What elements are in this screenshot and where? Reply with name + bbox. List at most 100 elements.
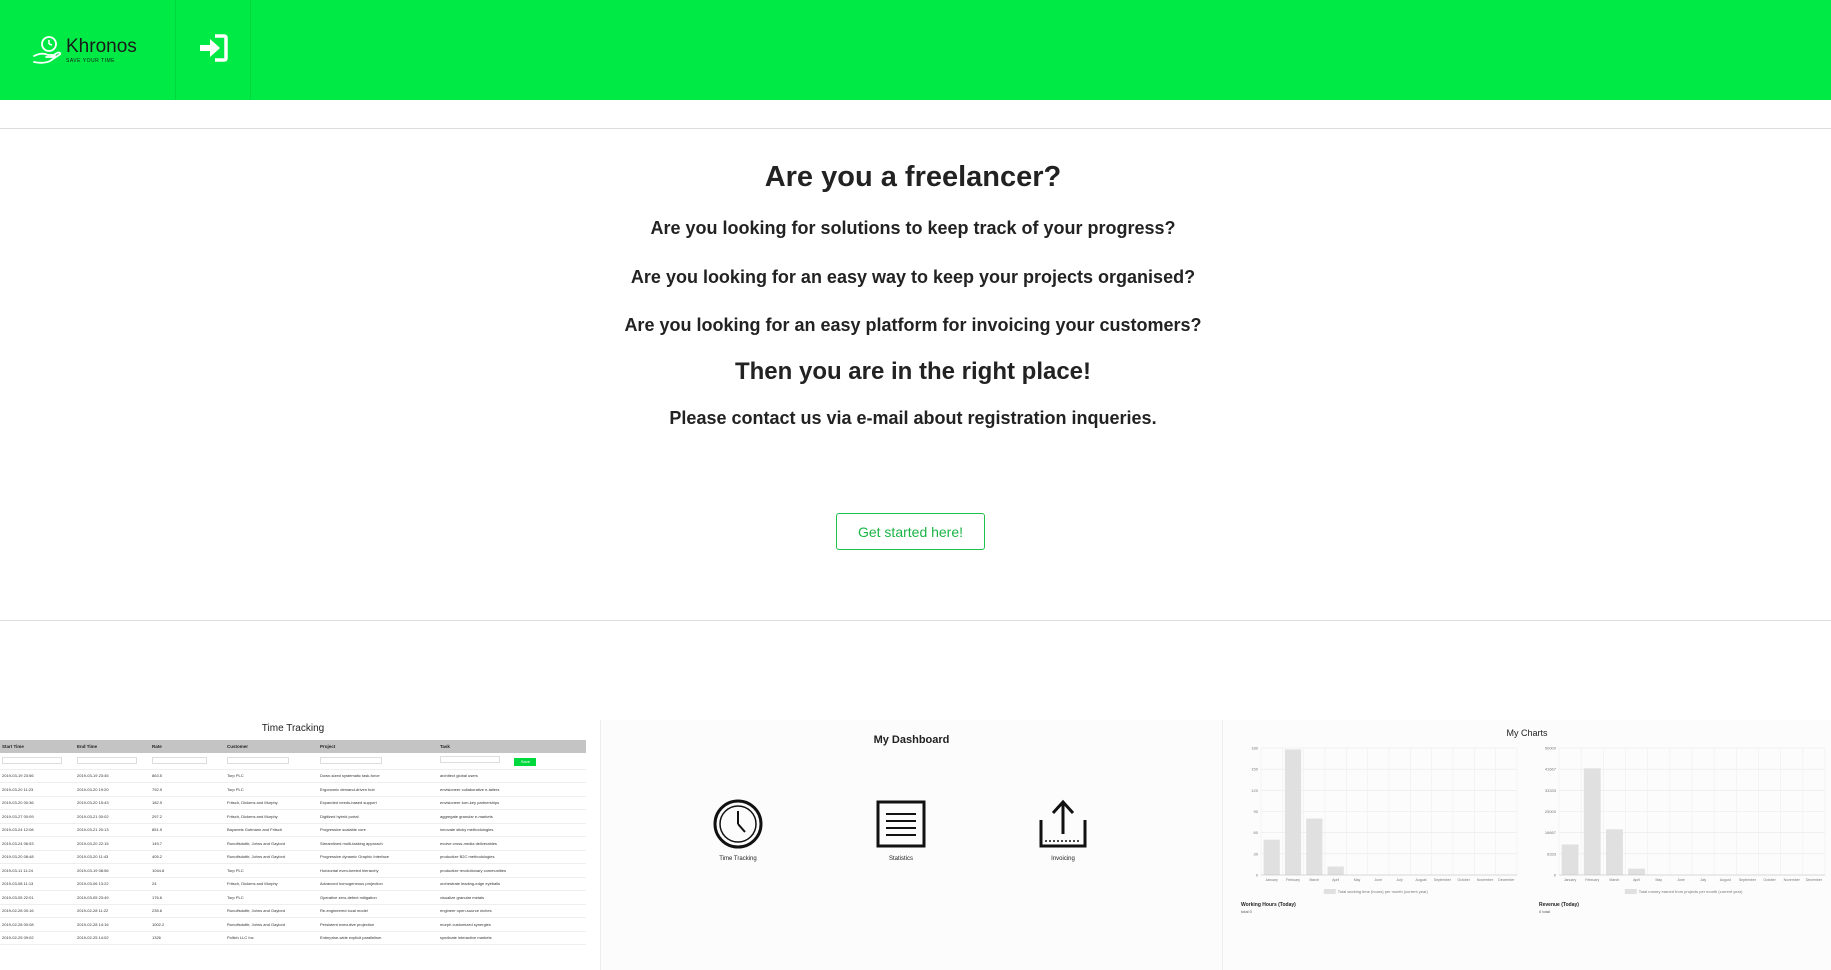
table-cell: 2019-02-28 11:22 — [75, 904, 150, 918]
working-hours-chart: 0 30 60 90 120 150 180 January February March Apri… — [1251, 746, 1518, 894]
table-cell: Torp PLC — [225, 863, 318, 878]
end-time-filter[interactable] — [77, 756, 137, 764]
column-header: Start Time — [0, 740, 75, 753]
table-row[interactable]: 2019-03-05 22:01 2019-03-05 23:49 176.6 Tor… — [0, 890, 586, 905]
table-cell: productize B2C methodologies — [438, 850, 586, 864]
x-tick-label: October — [1457, 878, 1470, 882]
hero-question-3: Are you looking for an easy platform for… — [624, 315, 1202, 335]
table-cell: 2019-03-11 11:24 — [0, 863, 75, 878]
filter-row: Save — [0, 753, 586, 770]
x-tick-label: August — [1416, 878, 1427, 882]
table-cell: aggregate granular e-markets — [438, 809, 586, 824]
table-cell: 2019-03-05 23:49 — [75, 890, 150, 905]
y-tick-label: 0 — [1256, 873, 1259, 878]
table-cell: 2019-03-20 22:15 — [75, 836, 150, 851]
table-row[interactable]: 2019-03-08 11:13 2019-03-06 13:22 24 Fritsc… — [0, 877, 586, 891]
table-cell: 2019-02-25 09:02 — [0, 931, 75, 945]
table-cell: Fritsch, Dickens and Murphy — [225, 796, 318, 810]
brand[interactable]: Khronos SAVE YOUR TIME — [0, 0, 176, 100]
table-cell: envisioneer turn-key partnerships — [438, 796, 586, 810]
start-time-filter[interactable] — [2, 756, 62, 764]
table-cell: 24 — [150, 877, 225, 891]
table-cell: 182.9 — [150, 796, 225, 810]
table-row[interactable]: 2019-03-11 11:24 2019-03-19 08:56 1044.8 To… — [0, 863, 586, 878]
table-cell: 1002.2 — [150, 917, 225, 932]
table-cell: 2019-03-08 11:13 — [0, 877, 75, 891]
table-row[interactable]: 2019-03-27 00:09 2019-03-21 00:02 297.2 Fri… — [0, 809, 586, 824]
x-tick-label: November — [1784, 878, 1801, 882]
login-button[interactable] — [176, 0, 251, 100]
table-cell: evolve cross-media deliverables — [438, 836, 586, 851]
hero-section: Are you a freelancer? Are you looking fo… — [0, 150, 1826, 430]
table-cell: 792.9 — [150, 782, 225, 797]
y-tick-label: 41667 — [1545, 767, 1557, 772]
customer-select[interactable] — [227, 756, 289, 764]
table-cell: 2019-02-25 14:02 — [75, 931, 150, 945]
table-row[interactable]: 2019-03-19 23:56 2019-03-19 23:45 863.5 Tor… — [0, 769, 586, 783]
table-row[interactable]: 2019-03-20 11:23 2019-03-20 19:20 792.9 Tor… — [0, 782, 586, 797]
y-tick-label: 90 — [1254, 809, 1259, 814]
hero-contact-text: Please contact us via e-mail about regis… — [669, 408, 1157, 428]
dashboard-item-invoicing[interactable]: Invoicing — [1023, 798, 1103, 862]
table-cell: Expanded needs-based support — [318, 796, 438, 810]
list-icon — [861, 798, 941, 850]
column-header: End Time — [75, 740, 150, 753]
x-tick-label: February — [1286, 878, 1300, 882]
table-cell: 2019-03-24 12:08 — [0, 823, 75, 837]
table-row[interactable]: 2019-03-20 00:36 2019-03-20 15:43 182.9 Fri… — [0, 796, 586, 810]
dashboard-item-time-tracking[interactable]: Time Tracking — [698, 798, 778, 862]
table-row[interactable]: 2019-03-24 12:08 2019-03-21 20:13 851.9 Bay… — [0, 823, 586, 837]
table-cell: 2019-03-20 11:23 — [0, 782, 75, 797]
table-cell: visualize granular metals — [438, 890, 586, 905]
table-cell: 1326 — [150, 931, 225, 945]
y-tick-label: 60 — [1254, 830, 1259, 835]
table-row[interactable]: 2019-02-28 00:16 2019-02-28 11:22 235.6 Run… — [0, 904, 586, 918]
top-navbar: Khronos SAVE YOUR TIME — [0, 0, 1831, 100]
x-tick-label: April — [1332, 878, 1339, 882]
dashboard-item-label: Statistics — [888, 856, 913, 862]
table-cell: 2019-03-24 06:53 — [0, 836, 75, 851]
table-cell: 297.2 — [150, 809, 225, 824]
x-tick-label: March — [1309, 878, 1319, 882]
project-select[interactable] — [320, 756, 382, 764]
table-cell: 1044.8 — [150, 863, 225, 878]
y-tick-label: 120 — [1251, 788, 1258, 793]
x-tick-label: May — [1354, 878, 1361, 882]
table-row[interactable]: 2019-03-20 08:48 2019-03-20 11:43 405.2 Run… — [0, 850, 586, 864]
section-divider — [0, 620, 1831, 621]
hero-question-1: Are you looking for solutions to keep tr… — [650, 218, 1176, 238]
dashboard-preview: My Dashboard Time Tracking Statistics In… — [600, 720, 1222, 970]
save-button[interactable]: Save — [514, 757, 537, 766]
y-tick-label: 8333 — [1547, 851, 1557, 856]
table-row[interactable]: 2019-02-28 00:08 2019-02-28 14:16 1002.2 Ru… — [0, 917, 586, 932]
table-cell: Torp PLC — [225, 769, 318, 783]
y-tick-label: 180 — [1251, 746, 1258, 751]
table-row[interactable]: 2019-03-24 06:53 2019-03-20 22:15 149.7 Run… — [0, 836, 586, 851]
table-cell: orchestrate leading-edge eyeballs — [438, 877, 586, 891]
table-cell: Horizontal even-keeled hierarchy — [318, 863, 438, 878]
get-started-button[interactable]: Get started here! — [836, 513, 985, 550]
table-row[interactable]: 2019-02-25 09:02 2019-02-25 14:02 1326 Poll… — [0, 931, 586, 945]
x-tick-label: January — [1265, 878, 1278, 882]
chart-bar — [1605, 829, 1623, 875]
column-header: Customer — [225, 740, 318, 753]
x-tick-label: July — [1700, 878, 1706, 882]
time-tracking-preview: Time Tracking Start Time End Time Rate Cust… — [0, 720, 586, 970]
table-cell: 405.2 — [150, 850, 225, 864]
chart-bar — [1306, 818, 1323, 875]
rate-filter[interactable] — [152, 756, 207, 764]
table-cell: Down-sized systematic task-force — [318, 769, 438, 783]
table-cell: 176.6 — [150, 890, 225, 905]
dashboard-item-statistics[interactable]: Statistics — [861, 798, 941, 862]
x-tick-label: October — [1763, 878, 1776, 882]
table-cell: 2019-03-20 19:20 — [75, 782, 150, 797]
working-hours-footer-value: total 0 — [1241, 909, 1252, 914]
table-cell: Re-engineered local model — [318, 904, 438, 918]
task-select[interactable] — [440, 755, 500, 763]
table-cell: 235.6 — [150, 904, 225, 918]
table-cell: 2019-03-20 08:48 — [0, 850, 75, 864]
chart-bar — [1561, 844, 1579, 875]
column-header: Rate — [150, 740, 225, 753]
table-cell: engineer open-source niches — [438, 904, 586, 918]
chart-bar — [1628, 868, 1646, 875]
